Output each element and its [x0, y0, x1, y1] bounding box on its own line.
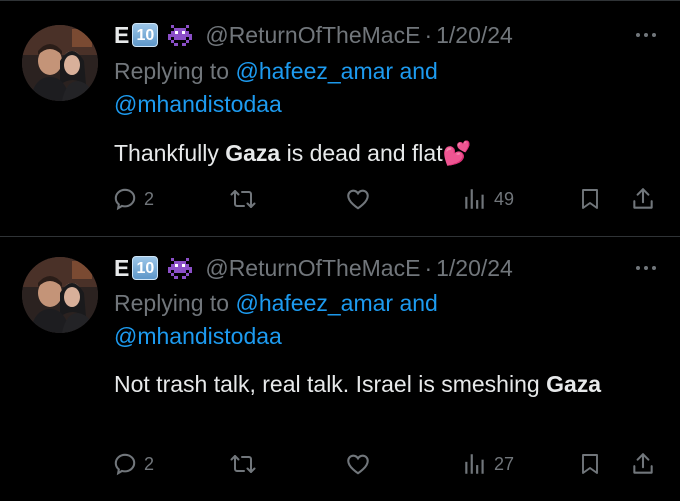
bookmark-icon — [582, 189, 598, 209]
tweet[interactable]: E 10 @ReturnOfTheMacE · 1/20/24 Replying… — [0, 0, 680, 236]
more-icon[interactable] — [636, 253, 656, 283]
reply-icon — [114, 453, 136, 476]
tweet-header: E 10 @ReturnOfTheMacE · 1/20/24 — [114, 253, 513, 283]
replying-prefix: Replying to — [114, 58, 230, 84]
display-name[interactable]: E — [114, 22, 129, 49]
bold-keyword: Gaza — [225, 140, 281, 166]
avatar[interactable] — [22, 25, 98, 101]
keycap-ten-badge: 10 — [132, 23, 159, 47]
reply-mention-link[interactable]: @hafeez_amar and — [235, 58, 437, 84]
reply-icon — [114, 188, 136, 211]
views-count: 49 — [494, 188, 515, 209]
share-icon — [633, 188, 653, 209]
like-button[interactable] — [345, 184, 377, 214]
replying-to: Replying to @hafeez_amar and @mhandistod… — [114, 287, 534, 353]
display-name[interactable]: E — [114, 255, 129, 282]
views-button[interactable]: 49 — [462, 184, 514, 214]
user-handle[interactable]: @ReturnOfTheMacE — [205, 255, 420, 282]
retweet-icon — [230, 190, 256, 208]
reply-mention-link[interactable]: @mhandistodaa — [114, 91, 282, 117]
avatar-photo — [22, 257, 98, 333]
bold-keyword: Gaza — [546, 371, 602, 397]
views-count: 27 — [494, 453, 515, 474]
retweet-icon — [230, 455, 256, 473]
alien-monster-icon — [168, 25, 193, 46]
share-button[interactable] — [630, 449, 656, 479]
reply-mention-link[interactable]: @hafeez_amar and — [235, 290, 437, 316]
reply-mention-link[interactable]: @mhandistodaa — [114, 323, 282, 349]
share-button[interactable] — [630, 184, 656, 214]
reply-button[interactable]: 2 — [112, 449, 154, 479]
bookmark-button[interactable] — [578, 449, 602, 479]
retweet-button[interactable] — [229, 184, 263, 214]
tweet-text: Not trash talk, real talk. Israel is sme… — [114, 371, 602, 397]
heart-icon — [347, 454, 369, 475]
separator-dot: · — [424, 21, 433, 48]
avatar[interactable] — [22, 257, 98, 333]
replying-to: Replying to @hafeez_amar and @mhandistod… — [114, 55, 534, 121]
bookmark-icon — [582, 454, 598, 474]
user-handle[interactable]: @ReturnOfTheMacE — [205, 22, 420, 49]
retweet-button[interactable] — [229, 449, 263, 479]
keycap-ten-badge: 10 — [132, 256, 159, 280]
tweet[interactable]: E 10 @ReturnOfTheMacE · 1/20/24 Replying… — [0, 237, 680, 501]
action-bar: 2 49 — [112, 184, 662, 214]
separator-dot: · — [424, 254, 433, 281]
bookmark-button[interactable] — [578, 184, 602, 214]
reply-count: 2 — [144, 453, 155, 474]
reply-count: 2 — [144, 188, 155, 209]
action-bar: 2 27 — [112, 449, 662, 479]
replying-prefix: Replying to — [114, 290, 230, 316]
alien-monster-icon — [168, 258, 193, 279]
views-button[interactable]: 27 — [462, 449, 514, 479]
share-icon — [633, 453, 653, 474]
tweet-date[interactable]: 1/20/24 — [436, 22, 513, 49]
avatar-photo — [22, 25, 98, 101]
like-button[interactable] — [345, 449, 377, 479]
views-icon — [465, 454, 484, 474]
tweet-date[interactable]: 1/20/24 — [436, 255, 513, 282]
views-icon — [465, 189, 484, 209]
more-icon[interactable] — [636, 20, 656, 50]
reply-button[interactable]: 2 — [112, 184, 154, 214]
two-hearts-emoji: 💕 — [442, 140, 472, 166]
tweet-header: E 10 @ReturnOfTheMacE · 1/20/24 — [114, 20, 513, 50]
heart-icon — [347, 189, 369, 210]
tweet-text: Thankfully Gaza is dead and flat💕 — [114, 140, 472, 166]
